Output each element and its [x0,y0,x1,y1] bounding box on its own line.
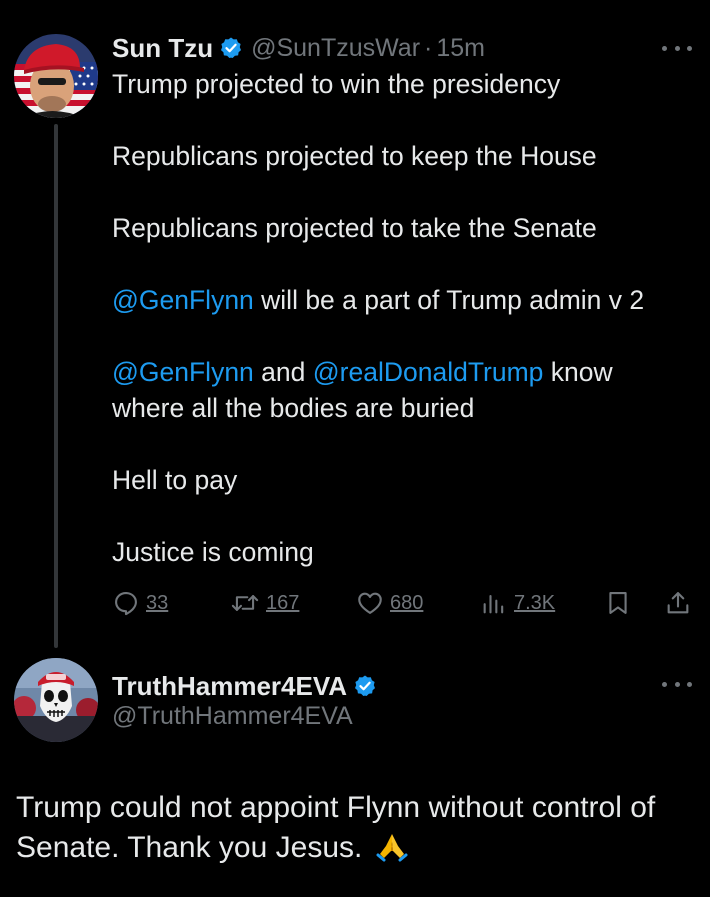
author-name[interactable]: Sun Tzu [112,33,213,64]
like-button[interactable]: 680 [356,586,423,620]
more-options-icon[interactable] [662,42,692,54]
sun-tzu-avatar[interactable] [14,34,98,118]
reply-text-content: Trump could not appoint Flynn without co… [16,791,656,864]
reply-count: 33 [146,591,169,614]
retweet-icon [231,595,259,611]
view-count: 7.3K [514,591,556,614]
separator-dot: · [424,33,433,62]
tweet-truthhammer[interactable]: TruthHammer4EVA @TruthHammer4EVA Trump c… [0,640,710,897]
tweet-paragraph: @GenFlynn will be a part of Trump admin … [112,282,702,318]
tweet-text-span: and [253,357,313,387]
retweet-button[interactable]: 167 [230,586,299,620]
reply-button[interactable]: 33 [112,586,168,620]
tweet-header: TruthHammer4EVA [112,668,377,704]
tweet-text: Trump projected to win the presidency Re… [112,66,702,570]
author-handle[interactable]: @SunTzusWar [251,34,420,63]
truthhammer-avatar[interactable] [14,658,98,742]
tweet-paragraph: Hell to pay [112,465,238,495]
bookmark-button[interactable] [604,586,632,620]
like-count: 680 [390,591,424,614]
tweet-paragraph: Republicans projected to keep the House [112,141,597,171]
author-name[interactable]: TruthHammer4EVA [112,671,347,702]
tweet-sun-tzu[interactable]: Sun Tzu @SunTzusWar · 15m Trump projecte… [0,0,710,648]
mention-link[interactable]: @realDonaldTrump [313,357,544,387]
thread-connector-line [54,124,58,648]
author-handle[interactable]: @TruthHammer4EVA [112,702,353,731]
verified-badge-icon [219,36,243,60]
heart-icon [358,592,382,614]
more-options-icon[interactable] [662,678,692,690]
views-button[interactable]: 7.3K [480,586,555,620]
tweet-paragraph: Trump projected to win the presidency [112,69,561,99]
tweet-header: Sun Tzu @SunTzusWar · 15m [112,30,485,66]
mention-link[interactable]: @GenFlynn [112,357,254,387]
tweet-actions-bar: 33 167 680 7.3K [112,586,692,620]
tweet-text-span: will be a part of Trump admin v 2 [253,285,645,315]
mention-link[interactable]: @GenFlynn [112,285,254,315]
share-button[interactable] [664,586,692,620]
tweet-paragraph: @GenFlynn and @realDonaldTrump know where… [112,354,702,426]
share-icon [667,592,689,614]
tweet-paragraph: Justice is coming [112,537,314,567]
analytics-icon [483,594,504,614]
post-time[interactable]: 15m [436,34,485,63]
reply-icon [115,592,137,616]
verified-badge-icon [353,674,377,698]
reply-tweet-text: Trump could not appoint Flynn without co… [16,788,696,874]
folded-hands-icon [375,829,409,874]
tweet-text-span: know [543,357,613,387]
tweet-text-span: where all the bodies are buried [112,393,475,423]
retweet-count: 167 [266,591,300,614]
tweet-paragraph: Republicans projected to take the Senate [112,213,597,243]
bookmark-icon [609,592,627,614]
